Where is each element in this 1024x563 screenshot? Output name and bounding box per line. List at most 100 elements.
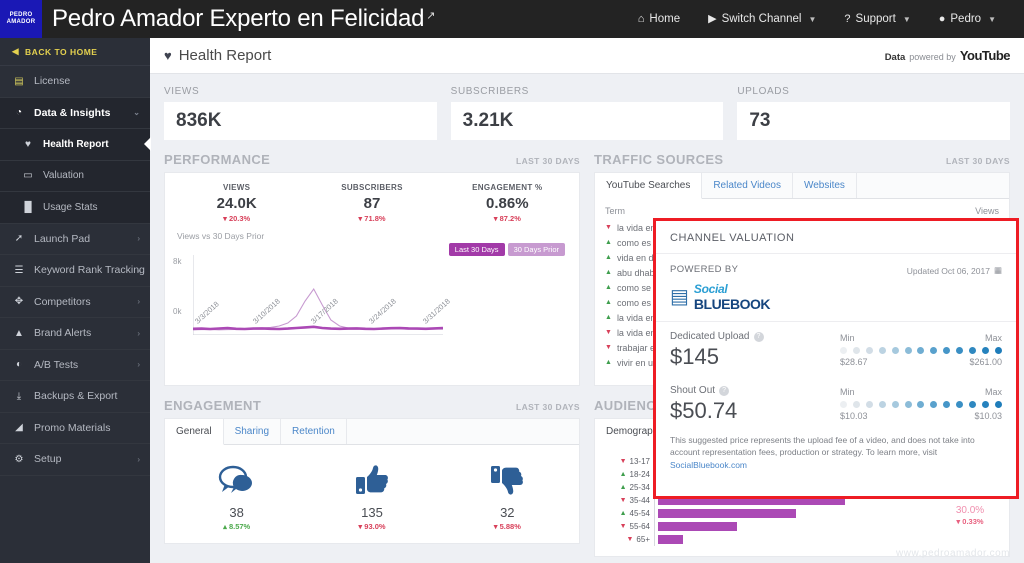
sidebar-item-keyword-rank-tracking[interactable]: ☰ Keyword Rank Tracking › [0, 255, 150, 287]
nav-switch-channel-label: Switch Channel [721, 13, 802, 25]
valuation-left: Dedicated Upload ? $145 [670, 331, 840, 370]
social-bluebook-logo: ▤ Social BLUEBOOK [670, 281, 1002, 313]
document-icon: ▤ [14, 75, 24, 87]
bar-row: ▲ 45-54 [603, 507, 939, 520]
tab-sharing[interactable]: Sharing [224, 419, 282, 444]
sidebar-item-launch-pad[interactable]: ➚ Launch Pad › [0, 224, 150, 255]
range-dots [840, 347, 1002, 354]
range-dot [840, 401, 847, 408]
sidebar-item-label: Brand Alerts [34, 327, 92, 340]
powered-by-youtube: Data powered by YouTube [885, 48, 1011, 63]
max-value: $10.03 [974, 411, 1002, 421]
traffic-period: LAST 30 DAYS [945, 156, 1010, 166]
site-logo[interactable]: PEDRO AMADOR [0, 0, 42, 38]
book-icon: ▤ [670, 286, 689, 308]
legend-last-30-days[interactable]: Last 30 Days [448, 243, 505, 256]
perf-stat-engagement: ENGAGEMENT % 0.86% ▾ 87.2% [440, 183, 575, 223]
updated-label: Updated Oct 06, 2017 [906, 265, 990, 276]
range-dot [865, 401, 873, 408]
chevron-right-icon: › [137, 297, 140, 307]
kpi-views: VIEWS 836K [164, 86, 437, 140]
sidebar-item-label: Data & Insights [34, 106, 111, 119]
bar-label: ▲ 18-24 [603, 468, 655, 481]
engagement-card: General Sharing Retention 38 ▴ 8.57% 135… [164, 418, 580, 544]
left-column: PERFORMANCE LAST 30 DAYS VIEWS 24.0K ▾ 2… [164, 152, 580, 557]
sidebar-item-label: Competitors [34, 295, 91, 308]
comments-icon [169, 459, 304, 501]
chevron-right-icon: › [137, 265, 140, 275]
valuation-note: This suggested price represents the uplo… [656, 430, 1016, 481]
kpi-value: 836K [164, 102, 437, 140]
help-icon[interactable]: ? [719, 385, 730, 396]
tab-related-videos[interactable]: Related Videos [702, 173, 793, 198]
gender-delta: ▾ 0.33% [956, 517, 984, 526]
heartbeat-icon: ♥ [25, 138, 31, 150]
engagement-title: ENGAGEMENT [164, 398, 262, 413]
bar [658, 522, 737, 531]
range-dot [969, 401, 977, 408]
range-dots [840, 401, 1002, 408]
kpi-value: 73 [737, 102, 1011, 140]
sidebar-item-promo-materials[interactable]: ◢ Promo Materials [0, 413, 150, 444]
trend-up-icon: ▲ [605, 359, 612, 366]
tab-websites[interactable]: Websites [793, 173, 857, 198]
nav-home[interactable]: ⌂ Home [624, 13, 694, 25]
help-icon[interactable]: ? [753, 331, 764, 342]
chevron-down-icon: ▼ [988, 14, 996, 24]
sidebar-item-setup[interactable]: ⚙ Setup › [0, 444, 150, 476]
nav-user[interactable]: ● Pedro ▼ [925, 13, 1010, 25]
trend-down-icon: ▼ [605, 329, 612, 336]
legend-30-days-prior[interactable]: 30 Days Prior [507, 243, 565, 256]
min-value: $10.03 [840, 411, 868, 421]
sidebar-item-data-insights[interactable]: ◔ Data & Insights ⌄ [0, 97, 150, 129]
sidebar-item-competitors[interactable]: ✥ Competitors › [0, 287, 150, 318]
perf-stat-value: 0.86% [486, 195, 529, 212]
sidebar-item-health-report[interactable]: ♥ Health Report [0, 129, 150, 161]
youtube-logo: YouTube [959, 48, 1011, 63]
chart-caption: Views vs 30 Days Prior [177, 231, 265, 241]
traffic-table-header: Term Views [595, 199, 1009, 220]
sidebar-item-valuation[interactable]: ▭ Valuation [0, 160, 150, 192]
sidebar-item-license[interactable]: ▤ License [0, 66, 150, 98]
bar-category: 25-34 [629, 483, 650, 492]
pie-chart-icon: ◔ [15, 107, 23, 119]
home-icon: ⌂ [637, 12, 645, 25]
logo-line-2: AMADOR [6, 19, 36, 25]
range-dot [943, 401, 951, 408]
page-title-text: Health Report [178, 47, 272, 64]
external-link-icon[interactable]: ↗ [426, 10, 435, 22]
range-dot [994, 347, 1002, 354]
kpi-row: VIEWS 836K SUBSCRIBERS 3.21K UPLOADS 73 [150, 74, 1024, 148]
tab-retention[interactable]: Retention [281, 419, 347, 444]
chevron-down-icon: ▼ [808, 14, 817, 24]
y-tick-max: 8k [173, 257, 182, 266]
sidebar-item-backups-export[interactable]: ⤓ Backups & Export [0, 381, 150, 413]
trend-down-icon: ▼ [619, 523, 627, 530]
contrast-icon: ◐ [15, 359, 23, 371]
question-circle-icon: ? [844, 12, 851, 25]
trend-down-icon: ▼ [626, 536, 634, 543]
page-header: ♥ Health Report Data powered by YouTube [150, 38, 1024, 74]
back-to-home-button[interactable]: ◀ BACK TO HOME [0, 38, 150, 66]
valuation-item-name: Shout Out ? [670, 385, 840, 396]
trend-up-icon: ▲ [605, 299, 612, 306]
nav-support[interactable]: ? Support ▼ [830, 13, 924, 25]
video-icon: ▶ [708, 12, 717, 25]
sidebar-item-usage-stats[interactable]: █ Usage Stats [0, 192, 150, 224]
range-dot [852, 401, 860, 408]
sidebar-item-ab-tests[interactable]: ◐ A/B Tests › [0, 350, 150, 381]
thumbs-up-icon [304, 459, 439, 501]
social-bluebook-link[interactable]: SocialBluebook.com [670, 460, 747, 470]
engagement-value: 38 [229, 505, 244, 520]
tab-general[interactable]: General [165, 419, 224, 445]
bar [658, 535, 683, 544]
range-dot [878, 401, 886, 408]
sidebar-nav: ▤ License ◔ Data & Insights ⌄ ♥ Health R… [0, 66, 150, 476]
traffic-tabs: YouTube Searches Related Videos Websites [595, 173, 1009, 199]
sidebar-item-brand-alerts[interactable]: ▲ Brand Alerts › [0, 318, 150, 350]
nav-switch-channel[interactable]: ▶ Switch Channel ▼ [694, 13, 830, 25]
tab-youtube-searches[interactable]: YouTube Searches [595, 173, 703, 199]
y-tick-min: 0k [173, 307, 182, 316]
bar-category: 35-44 [629, 496, 650, 505]
traffic-header: TRAFFIC SOURCES LAST 30 DAYS [594, 152, 1010, 167]
